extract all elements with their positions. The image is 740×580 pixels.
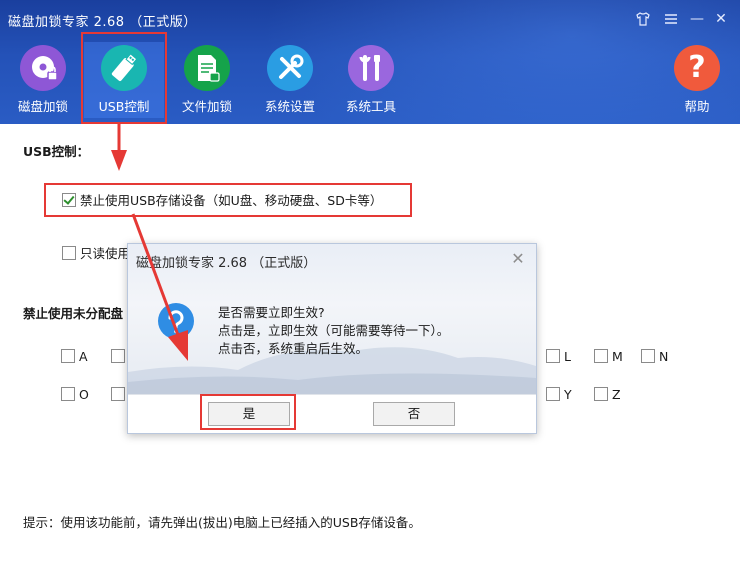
- toolbar-label: 磁盘加锁: [17, 99, 68, 114]
- dialog-line: 是否需要立即生效?: [218, 305, 325, 320]
- menu-icon[interactable]: [660, 8, 682, 30]
- dialog-line: 点击是，立即生效（可能需要等待一下）。: [218, 323, 450, 338]
- usb-section-title: USB控制：: [23, 144, 90, 159]
- toolbar-help[interactable]: ? 帮助: [657, 42, 737, 118]
- drive-label: L: [564, 349, 571, 364]
- drive-y[interactable]: Y: [546, 386, 572, 404]
- highlight-yes-button: [200, 394, 296, 430]
- no-button[interactable]: 否: [373, 402, 455, 426]
- drive-checkbox[interactable]: [546, 387, 560, 401]
- hint-text: 提示：使用该功能前，请先弹出(拔出)电脑上已经插入的USB存储设备。: [23, 515, 421, 530]
- toolbar-system-tools[interactable]: 系统工具: [331, 42, 411, 118]
- drive-checkbox[interactable]: [594, 387, 608, 401]
- drive-label: A: [79, 349, 88, 364]
- drive-label: Y: [564, 387, 572, 402]
- dialog-message: 是否需要立即生效? 点击是，立即生效（可能需要等待一下）。 点击否，系统重启后生…: [218, 304, 449, 358]
- drive-checkbox[interactable]: [546, 349, 560, 363]
- drive-z[interactable]: Z: [594, 386, 621, 404]
- confirm-dialog: 磁盘加锁专家 2.68 （正式版） ✕ 是否需要立即生效? 点击是，立即生效（可…: [127, 243, 537, 434]
- tools-icon: [267, 45, 313, 91]
- toolbar-label: 系统工具: [345, 99, 396, 114]
- readonly-option[interactable]: 只读使用: [62, 244, 130, 264]
- drive-label: N: [659, 349, 669, 364]
- wrench-icon: [348, 45, 394, 91]
- drive-checkbox[interactable]: [641, 349, 655, 363]
- toolbar-label: 文件加锁: [181, 99, 232, 114]
- shirt-icon[interactable]: [632, 8, 654, 30]
- toolbar-disk-lock[interactable]: 磁盘加锁: [3, 42, 83, 118]
- drives-section-title: 禁止使用未分配盘: [23, 306, 124, 321]
- drive-checkbox[interactable]: [111, 349, 125, 363]
- toolbar-label: 系统设置: [264, 99, 315, 114]
- drive-checkbox[interactable]: [111, 387, 125, 401]
- minimize-button[interactable]: —: [686, 8, 708, 30]
- dialog-footer: [128, 394, 536, 433]
- drive-checkbox[interactable]: [61, 349, 75, 363]
- drive-label: Z: [612, 387, 621, 402]
- close-button[interactable]: ✕: [710, 8, 732, 30]
- dialog-line: 点击否，系统重启后生效。: [218, 341, 369, 356]
- highlight-usb-tab: [81, 32, 167, 124]
- toolbar-system-settings[interactable]: 系统设置: [250, 42, 330, 118]
- highlight-disable-usb: [44, 183, 412, 217]
- drive-a[interactable]: A: [61, 348, 88, 366]
- drive-checkbox[interactable]: [594, 349, 608, 363]
- help-icon: ?: [674, 45, 720, 91]
- readonly-checkbox[interactable]: [62, 246, 76, 260]
- file-lock-icon: [184, 45, 230, 91]
- dialog-close-icon[interactable]: ✕: [510, 249, 526, 269]
- drive-n[interactable]: N: [641, 348, 668, 366]
- drive-label: M: [612, 349, 623, 364]
- dialog-title: 磁盘加锁专家 2.68 （正式版）: [136, 256, 317, 271]
- readonly-label: 只读使用: [80, 246, 131, 261]
- drive-o[interactable]: O: [61, 386, 89, 404]
- toolbar-file-lock[interactable]: 文件加锁: [167, 42, 247, 118]
- drive-checkbox[interactable]: [61, 387, 75, 401]
- question-icon: [158, 303, 194, 339]
- toolbar-label: 帮助: [684, 99, 710, 114]
- drive-m[interactable]: M: [594, 348, 623, 366]
- drive-l[interactable]: L: [546, 348, 571, 366]
- drive-label: O: [79, 387, 89, 402]
- app-title: 磁盘加锁专家 2.68 （正式版）: [8, 15, 197, 30]
- disk-lock-icon: [20, 45, 66, 91]
